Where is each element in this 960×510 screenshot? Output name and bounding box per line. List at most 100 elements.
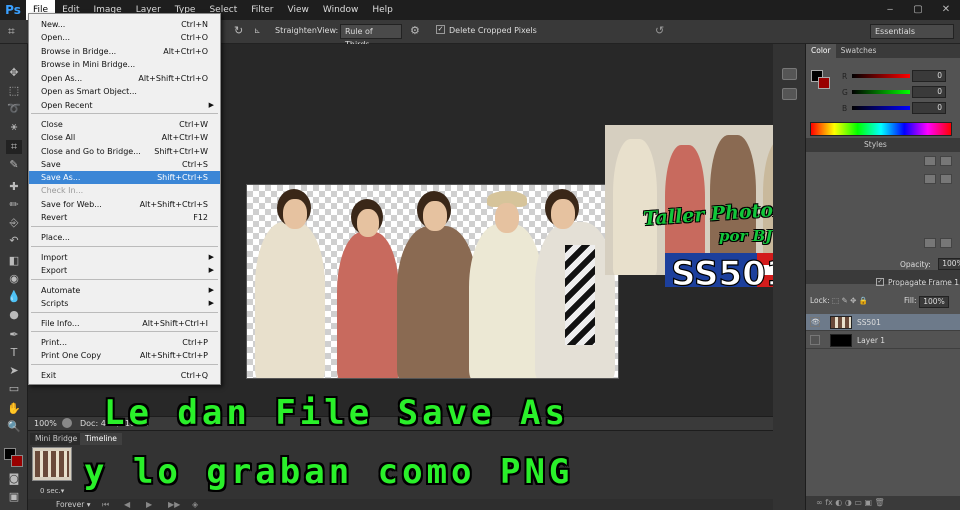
status-info-icon[interactable] bbox=[62, 418, 72, 428]
tab-color[interactable]: Color bbox=[806, 44, 836, 58]
animation-frame[interactable] bbox=[32, 447, 72, 481]
shape-tool-icon[interactable]: ▭ bbox=[6, 382, 22, 396]
file-menu-item-revert[interactable]: Revert F12 bbox=[29, 211, 220, 224]
history-icon[interactable] bbox=[782, 68, 797, 80]
green-value[interactable]: 0 bbox=[912, 86, 946, 98]
file-menu-item-open-as-smart-object[interactable]: Open as Smart Object... bbox=[29, 85, 220, 98]
straighten-label[interactable]: Straighten bbox=[275, 26, 317, 35]
brush-tool-icon[interactable]: ✏ bbox=[6, 198, 22, 212]
adjustment-icon[interactable] bbox=[924, 238, 936, 248]
file-menu-item-browse-in-mini-bridge[interactable]: Browse in Mini Bridge... bbox=[29, 58, 220, 71]
marquee-tool-icon[interactable]: ⬚ bbox=[6, 84, 22, 98]
file-menu-item-save[interactable]: Save Ctrl+S bbox=[29, 158, 220, 171]
file-menu-item-save-as[interactable]: Save As... Shift+Ctrl+S bbox=[29, 171, 220, 184]
file-menu-item-automate[interactable]: Automate ▶ bbox=[29, 284, 220, 297]
gear-icon[interactable]: ⚙ bbox=[410, 24, 420, 37]
first-frame-icon[interactable]: ⏮ bbox=[102, 499, 109, 510]
green-gradient[interactable] bbox=[852, 90, 910, 94]
file-menu-item-close-and-go-to-bridge[interactable]: Close and Go to Bridge... Shift+Ctrl+W bbox=[29, 145, 220, 158]
layer-row[interactable]: 👁 SS501 bbox=[806, 314, 960, 331]
path-selection-icon[interactable]: ➤ bbox=[6, 364, 22, 378]
red-value[interactable]: 0 bbox=[912, 70, 946, 82]
magic-wand-icon[interactable]: ⚹ bbox=[6, 120, 22, 134]
hand-tool-icon[interactable]: ✋ bbox=[6, 402, 22, 416]
healing-brush-icon[interactable]: ✚ bbox=[6, 180, 22, 194]
properties-icon[interactable] bbox=[782, 88, 797, 100]
clone-stamp-icon[interactable]: ⎆ bbox=[6, 216, 22, 230]
file-menu-item-open[interactable]: Open... Ctrl+O bbox=[29, 31, 220, 44]
fill-value[interactable]: 100% bbox=[919, 296, 949, 308]
type-tool-icon[interactable]: T bbox=[6, 346, 22, 360]
frame-delay[interactable]: 0 sec.▾ bbox=[40, 487, 64, 495]
overlay-select[interactable]: Rule of Thirds bbox=[340, 24, 402, 49]
red-gradient[interactable] bbox=[852, 74, 910, 78]
menu-window[interactable]: Window bbox=[316, 0, 366, 20]
lock-icons[interactable]: ⬚ ✎ ✥ 🔒 bbox=[832, 296, 868, 305]
file-menu-item-open-recent[interactable]: Open Recent ▶ bbox=[29, 99, 220, 112]
document-canvas[interactable] bbox=[246, 184, 619, 379]
menu-filter[interactable]: Filter bbox=[244, 0, 280, 20]
menu-help[interactable]: Help bbox=[365, 0, 400, 20]
file-menu-item-exit[interactable]: Exit Ctrl+Q bbox=[29, 369, 220, 382]
menu-view[interactable]: View bbox=[281, 0, 316, 20]
maximize-icon[interactable]: ▢ bbox=[904, 0, 932, 20]
color-bg-swatch[interactable] bbox=[818, 77, 830, 89]
quick-mask-icon[interactable]: ◙ bbox=[6, 472, 22, 486]
file-menu-item-scripts[interactable]: Scripts ▶ bbox=[29, 297, 220, 310]
adjustment-icon[interactable] bbox=[940, 238, 952, 248]
eraser-tool-icon[interactable]: ◧ bbox=[6, 254, 22, 268]
eye-icon[interactable]: 👁 bbox=[810, 317, 820, 327]
file-menu-item-close-all[interactable]: Close All Alt+Ctrl+W bbox=[29, 131, 220, 144]
file-menu-item-print-one-copy[interactable]: Print One Copy Alt+Shift+Ctrl+P bbox=[29, 349, 220, 362]
opacity-value[interactable]: 100% bbox=[938, 258, 960, 270]
paint-bucket-icon[interactable]: ◉ bbox=[6, 272, 22, 286]
tab-styles[interactable]: Styles bbox=[864, 140, 887, 149]
visibility-toggle[interactable] bbox=[810, 335, 820, 345]
file-menu-item-open-as[interactable]: Open As... Alt+Shift+Ctrl+O bbox=[29, 72, 220, 85]
dodge-tool-icon[interactable]: ● bbox=[6, 308, 22, 322]
blue-value[interactable]: 0 bbox=[912, 102, 946, 114]
file-menu-item-file-info[interactable]: File Info... Alt+Shift+Ctrl+I bbox=[29, 317, 220, 330]
file-menu-item-save-for-web[interactable]: Save for Web... Alt+Shift+Ctrl+S bbox=[29, 198, 220, 211]
tab-mini-bridge[interactable]: Mini Bridge bbox=[30, 433, 83, 445]
rotate-icon[interactable]: ↻ bbox=[234, 24, 243, 37]
blue-gradient[interactable] bbox=[852, 106, 910, 110]
background-color-swatch[interactable] bbox=[11, 455, 23, 467]
file-menu-item-export[interactable]: Export ▶ bbox=[29, 264, 220, 277]
adjustment-icon[interactable] bbox=[924, 156, 936, 166]
tween-icon[interactable]: ◈ bbox=[192, 499, 198, 510]
pen-tool-icon[interactable]: ✒ bbox=[6, 328, 22, 342]
tab-timeline[interactable]: Timeline bbox=[80, 433, 122, 445]
blur-tool-icon[interactable]: 💧 bbox=[6, 290, 22, 304]
eyedropper-icon[interactable]: ✎ bbox=[6, 158, 22, 172]
file-menu-item-print[interactable]: Print... Ctrl+P bbox=[29, 336, 220, 349]
layer-action-icons[interactable]: ∞ fx ◐ ◑ ▭ ▣ 🗑 bbox=[816, 496, 885, 510]
next-frame-icon[interactable]: ▶▶ bbox=[168, 499, 180, 510]
straighten-icon[interactable]: ⊾ bbox=[254, 26, 261, 35]
color-spectrum[interactable] bbox=[810, 122, 952, 136]
history-brush-icon[interactable]: ↶ bbox=[6, 234, 22, 248]
screen-mode-icon[interactable]: ▣ bbox=[6, 490, 22, 504]
file-menu-item-new[interactable]: New... Ctrl+N bbox=[29, 18, 220, 31]
crop-tool-icon[interactable]: ⌗ bbox=[6, 140, 22, 154]
delete-cropped-checkbox[interactable]: ✓ bbox=[436, 25, 445, 34]
move-tool-icon[interactable]: ✥ bbox=[6, 66, 22, 80]
adjustment-icon[interactable] bbox=[940, 156, 952, 166]
file-menu-item-close[interactable]: Close Ctrl+W bbox=[29, 118, 220, 131]
workspace-select[interactable]: Essentials bbox=[870, 24, 954, 39]
adjustment-icon[interactable] bbox=[924, 174, 936, 184]
file-menu-item-browse-in-bridge[interactable]: Browse in Bridge... Alt+Ctrl+O bbox=[29, 45, 220, 58]
minimize-icon[interactable]: ‒ bbox=[876, 0, 904, 20]
previous-frame-icon[interactable]: ◀ bbox=[124, 499, 130, 510]
zoom-level[interactable]: 100% bbox=[34, 417, 57, 430]
crop-tool-icon[interactable]: ⌗ bbox=[8, 24, 15, 39]
file-menu-item-place[interactable]: Place... bbox=[29, 231, 220, 244]
layer-row[interactable]: Layer 1 bbox=[806, 332, 960, 349]
play-icon[interactable]: ▶ bbox=[146, 499, 152, 510]
file-menu-item-import[interactable]: Import ▶ bbox=[29, 251, 220, 264]
reset-icon[interactable]: ↺ bbox=[655, 24, 664, 37]
lasso-tool-icon[interactable]: ➰ bbox=[6, 102, 22, 116]
zoom-tool-icon[interactable]: 🔍 bbox=[6, 420, 22, 434]
adjustment-icon[interactable] bbox=[940, 174, 952, 184]
close-icon[interactable]: ✕ bbox=[932, 0, 960, 20]
